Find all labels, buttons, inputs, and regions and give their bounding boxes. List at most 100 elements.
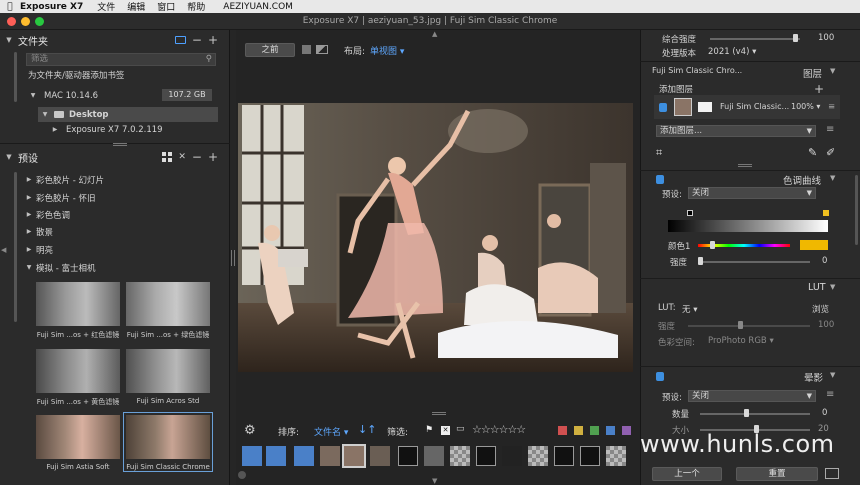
preset-thumbnail[interactable]: Fuji Sim ...os + 黄色滤镜 xyxy=(34,347,122,406)
layout-dropdown[interactable]: 单视图 ▾ xyxy=(370,44,404,57)
minus-icon[interactable]: − xyxy=(192,34,202,46)
brush-icon[interactable]: ✎ xyxy=(808,146,817,159)
preset-group[interactable]: ▶ 彩色色调 xyxy=(24,207,70,222)
preset-thumbnail[interactable]: Fuji Sim Astia Soft xyxy=(34,413,122,471)
filmstrip-item[interactable] xyxy=(370,446,390,466)
amount-knob[interactable] xyxy=(744,409,749,417)
collapse-all-icon[interactable]: ✕ xyxy=(178,151,186,163)
amount-slider[interactable] xyxy=(700,413,810,415)
preset-thumbnail[interactable]: Fuji Sim ...os + 红色滤镜 xyxy=(34,280,122,339)
preset-group[interactable]: ▶ 散景 xyxy=(24,224,53,239)
expand-icon[interactable]: ▼ xyxy=(28,92,38,99)
collapse-top-icon[interactable]: ▲ xyxy=(432,30,437,38)
process-version-dropdown[interactable]: 2021 (v4) ▾ xyxy=(708,47,756,57)
expand-icon[interactable]: ▼ xyxy=(24,264,34,271)
plus-icon[interactable]: + xyxy=(208,151,218,163)
filmstrip-item[interactable] xyxy=(266,446,286,466)
main-photo[interactable] xyxy=(238,103,633,372)
paint-brush-icon[interactable]: ✐ xyxy=(826,146,835,159)
preset-group[interactable]: ▼ 模拟 - 富士相机 xyxy=(24,260,96,275)
lut-strength-slider[interactable] xyxy=(688,325,810,327)
lut-header[interactable] xyxy=(640,278,860,294)
collapse-icon[interactable]: ▼ xyxy=(0,36,18,44)
expand-icon[interactable]: ▼ xyxy=(40,111,50,118)
previous-button[interactable]: 上一个 xyxy=(652,467,722,481)
folder-scrollbar[interactable] xyxy=(14,52,17,102)
filmstrip-item[interactable] xyxy=(242,446,262,466)
expand-icon[interactable]: ▶ xyxy=(24,176,34,183)
vignette-preset-dropdown[interactable]: 关闭 ▼ xyxy=(688,390,816,402)
folders-header[interactable]: ▼ 文件夹 − + xyxy=(0,31,230,49)
reject-icon[interactable]: ✕ xyxy=(441,426,450,435)
collapse-left-icon[interactable]: ◀ xyxy=(1,246,6,254)
vignette-header[interactable] xyxy=(640,366,860,382)
color1-swatch[interactable] xyxy=(800,240,828,250)
preset-thumbnail[interactable]: Fuji Sim ...os + 绿色滤镜 xyxy=(124,280,212,339)
filmstrip-resize-handle[interactable] xyxy=(432,412,446,415)
sort-dropdown[interactable]: 文件名 ▾ xyxy=(314,425,348,438)
split-view-icon[interactable] xyxy=(316,45,328,54)
expand-icon[interactable]: ▶ xyxy=(24,246,34,253)
filmstrip-item[interactable] xyxy=(606,446,626,466)
layer-name[interactable]: Fuji Sim Classic... xyxy=(720,102,789,111)
before-button[interactable]: 之前 xyxy=(245,43,295,57)
menu-file[interactable]: 文件 xyxy=(97,0,115,13)
white-point-marker[interactable] xyxy=(823,210,829,216)
filmstrip-item[interactable] xyxy=(424,446,444,466)
blue-label-icon[interactable] xyxy=(606,426,615,435)
left-splitter-handle[interactable] xyxy=(231,250,235,266)
presets-header[interactable]: ▼ 预设 ✕ − + xyxy=(0,148,230,166)
expand-icon[interactable]: ▶ xyxy=(24,211,34,218)
gear-icon[interactable]: ⚙ xyxy=(244,423,256,438)
preset-group[interactable]: ▶ 明亮 xyxy=(24,242,53,257)
filmstrip-item[interactable] xyxy=(476,446,496,466)
reset-button[interactable]: 重置 xyxy=(736,467,818,481)
strength-knob[interactable] xyxy=(698,257,703,265)
black-point-marker[interactable] xyxy=(687,210,693,216)
collapse-icon[interactable]: ▼ xyxy=(830,371,835,379)
add-layer-dropdown[interactable]: 添加图层... ▼ xyxy=(656,125,816,137)
overall-strength-slider[interactable] xyxy=(710,38,800,40)
presets-scrollbar[interactable] xyxy=(14,172,17,322)
add-layer-plus-icon[interactable]: + xyxy=(814,82,824,96)
color-space-dropdown[interactable]: ProPhoto RGB ▾ xyxy=(708,336,774,346)
panel-resize-handle[interactable] xyxy=(738,164,752,167)
rating-stars-icon[interactable]: ☆☆☆☆☆☆ xyxy=(472,423,526,436)
preset-group[interactable]: ▶ 彩色胶片 - 幻灯片 xyxy=(24,172,104,187)
lut-strength-knob[interactable] xyxy=(738,321,743,329)
filmstrip-item-selected[interactable] xyxy=(342,444,366,468)
collapse-icon[interactable]: ▼ xyxy=(830,283,835,291)
green-label-icon[interactable] xyxy=(590,426,599,435)
drive-row[interactable]: ▼ MAC 10.14.6 xyxy=(28,88,98,103)
lut-dropdown[interactable]: 无 ▾ xyxy=(682,303,697,315)
collapse-icon[interactable]: ▼ xyxy=(830,174,835,182)
filmstrip-item[interactable] xyxy=(580,446,600,466)
tone-curve-toggle[interactable] xyxy=(656,175,664,184)
subfolder-row[interactable]: ▶ Exposure X7 7.0.2.119 xyxy=(50,122,163,137)
compare-square-icon[interactable] xyxy=(302,45,311,54)
filmstrip-item[interactable] xyxy=(294,446,314,466)
layer-visibility-toggle[interactable] xyxy=(659,103,667,112)
sort-direction-icon[interactable]: ↓↑ xyxy=(358,423,376,436)
layer-list-icon[interactable]: ≡ xyxy=(826,124,834,135)
right-scrollbar[interactable] xyxy=(855,175,858,245)
filmstrip-item[interactable] xyxy=(450,446,470,466)
monitor-icon[interactable] xyxy=(174,36,186,44)
minus-icon[interactable]: − xyxy=(192,151,202,163)
tone-preset-dropdown[interactable]: 关闭 ▼ xyxy=(688,187,816,199)
crop-icon[interactable]: ⌗ xyxy=(656,146,662,160)
filmstrip-item[interactable] xyxy=(528,446,548,466)
app-menu[interactable]: Exposure X7 xyxy=(20,2,83,12)
menu-help[interactable]: 帮助 xyxy=(187,0,205,13)
strength-slider[interactable] xyxy=(700,261,810,263)
preset-thumbnail[interactable]: Fuji Sim Acros Std xyxy=(124,347,212,405)
vignette-menu-icon[interactable]: ≡ xyxy=(826,389,834,400)
expand-icon[interactable]: ▶ xyxy=(50,126,60,133)
desktop-label-row[interactable]: ▼ Desktop xyxy=(40,107,109,122)
vignette-toggle[interactable] xyxy=(656,372,664,381)
add-bookmark-link[interactable]: 为文件夹/驱动器添加书签 xyxy=(28,67,124,82)
resize-handle[interactable] xyxy=(113,143,127,146)
browse-button[interactable]: 浏览 xyxy=(812,303,829,315)
filmstrip-scroll-knob[interactable] xyxy=(238,471,246,479)
red-label-icon[interactable] xyxy=(558,426,567,435)
